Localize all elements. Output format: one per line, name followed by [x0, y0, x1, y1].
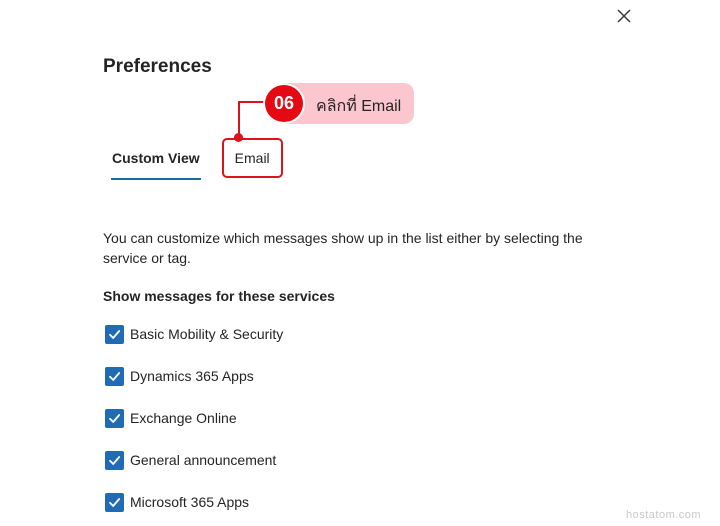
checkbox-checked[interactable]	[105, 324, 124, 344]
service-checkbox-general-announcement[interactable]: General announcement	[105, 450, 283, 470]
description-text: You can customize which messages show up…	[103, 230, 583, 266]
checkbox-label: General announcement	[130, 452, 277, 468]
service-checkbox-microsoft-365-apps[interactable]: Microsoft 365 Apps	[105, 492, 283, 512]
service-checkbox-exchange-online[interactable]: Exchange Online	[105, 408, 283, 428]
checkbox-label: Basic Mobility & Security	[130, 326, 284, 342]
checkbox-label: Exchange Online	[130, 410, 237, 426]
service-checkbox-basic-mobility[interactable]: Basic Mobility & Security	[105, 324, 283, 344]
tab-custom-view[interactable]: Custom View	[103, 138, 209, 180]
callout-instruction: คลิกที่ Email	[316, 98, 402, 115]
checkbox-checked[interactable]	[105, 492, 124, 512]
tab-list: Custom View Email	[103, 138, 283, 180]
preferences-panel: Preferences Custom View Email 06 คลิกที่…	[0, 0, 720, 526]
tab-custom-view-label: Custom View	[112, 150, 200, 166]
checkmark-icon	[109, 413, 121, 423]
checkbox-checked[interactable]	[105, 366, 124, 386]
service-checkbox-dynamics-365[interactable]: Dynamics 365 Apps	[105, 366, 283, 386]
checkmark-icon	[109, 329, 121, 339]
callout-connector	[238, 101, 240, 137]
checkbox-label: Dynamics 365 Apps	[130, 368, 254, 384]
callout-step-badge: 06	[263, 83, 305, 124]
checkbox-checked[interactable]	[105, 408, 124, 428]
close-button[interactable]	[612, 4, 636, 28]
services-heading: Show messages for these services	[103, 288, 335, 304]
callout-anchor-dot	[234, 133, 243, 142]
panel-title: Preferences	[103, 56, 212, 77]
services-checkbox-list: Basic Mobility & Security Dynamics 365 A…	[105, 324, 283, 526]
checkmark-icon	[109, 497, 121, 507]
callout-step-number: 06	[273, 93, 295, 113]
watermark: hostatom.com	[626, 509, 702, 521]
checkbox-label: Microsoft 365 Apps	[130, 494, 250, 510]
checkbox-checked[interactable]	[105, 450, 124, 470]
checkmark-icon	[109, 371, 121, 381]
close-icon	[617, 9, 631, 23]
tab-email[interactable]: Email	[221, 138, 283, 178]
tab-email-label: Email	[234, 150, 270, 166]
checkmark-icon	[109, 455, 121, 465]
